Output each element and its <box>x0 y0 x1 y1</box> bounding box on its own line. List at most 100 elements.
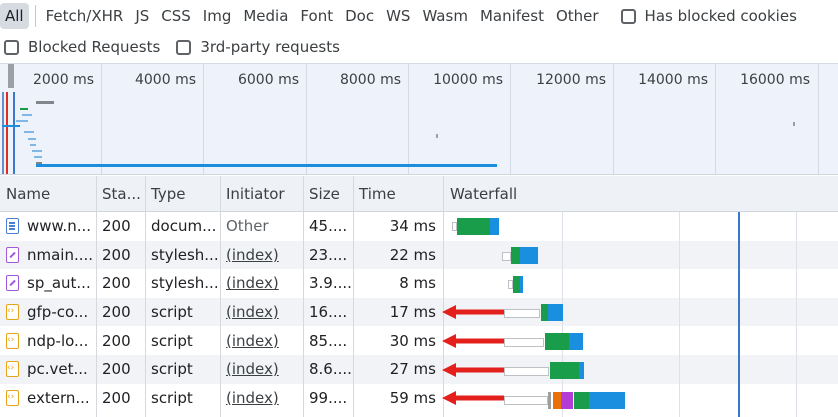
waterfall-download-bar <box>520 247 538 264</box>
column-header-status[interactable]: Sta... <box>96 176 145 212</box>
checkbox-icon <box>4 39 19 55</box>
column-resizer[interactable] <box>220 176 221 417</box>
filter-img[interactable]: Img <box>199 3 236 29</box>
column-header-name[interactable]: Name <box>0 176 96 212</box>
column-resizer[interactable] <box>353 176 354 417</box>
overview-request-bar <box>34 156 42 158</box>
dom-content-loaded-line <box>738 212 740 417</box>
filter-font[interactable]: Font <box>296 3 337 29</box>
table-header: Name Sta... Type Initiator Size Time Wat… <box>0 176 838 212</box>
checkbox-icon <box>620 8 636 24</box>
type-cell: script <box>151 360 193 379</box>
waterfall-download-bar <box>520 276 523 293</box>
time-cell: 27 ms <box>389 360 436 379</box>
waterfall-download-bar <box>579 362 584 379</box>
blocked-requests-checkbox[interactable]: Blocked Requests <box>4 38 160 56</box>
overview-gridline <box>101 64 102 174</box>
column-header-size[interactable]: Size <box>303 176 353 212</box>
status-cell: 200 <box>102 303 131 322</box>
size-cell: 3.9.... <box>309 274 352 293</box>
waterfall-waiting-bar <box>513 276 520 293</box>
filter-css[interactable]: CSS <box>157 3 195 29</box>
status-cell: 200 <box>102 388 131 407</box>
third-party-requests-label: 3rd-party requests <box>200 38 340 56</box>
size-cell: 45.... <box>309 217 348 236</box>
size-cell: 85.... <box>309 331 348 350</box>
time-cell: 30 ms <box>389 331 436 350</box>
waterfall-waiting-bar <box>550 362 579 379</box>
overview-request-bar <box>24 131 34 133</box>
waterfall-download-bar <box>490 218 499 235</box>
annotation-arrow <box>442 391 504 405</box>
has-blocked-cookies-label: Has blocked cookies <box>644 7 797 25</box>
overview-gridline <box>203 64 204 174</box>
request-name-cell: ndp-lo... <box>0 326 96 355</box>
overview-tick-label: 14000 ms <box>638 72 708 88</box>
time-cell: 59 ms <box>389 388 436 407</box>
overview-tick-label: 12000 ms <box>536 72 606 88</box>
filter-media[interactable]: Media <box>239 3 292 29</box>
overview-request-bar <box>36 101 54 104</box>
overview-tick-label: 4000 ms <box>134 72 196 88</box>
request-name-cell: nmain.... <box>0 241 96 270</box>
request-name-cell: pc.vet... <box>0 355 96 384</box>
filter-other[interactable]: Other <box>552 3 603 29</box>
filter-all[interactable]: All <box>0 3 29 29</box>
initiator-link[interactable]: (index) <box>220 355 303 384</box>
column-header-waterfall[interactable]: Waterfall <box>444 176 838 212</box>
third-party-requests-checkbox[interactable]: 3rd-party requests <box>176 38 340 56</box>
column-resizer[interactable] <box>96 176 97 417</box>
overview-request-bar <box>32 150 42 152</box>
overview-request-bar <box>16 120 28 122</box>
filter-js[interactable]: JS <box>131 3 153 29</box>
column-resizer[interactable] <box>145 176 146 417</box>
initiator-link[interactable]: (index) <box>220 298 303 327</box>
waterfall-queue-bar <box>504 338 544 347</box>
requests-table: Name Sta... Type Initiator Size Time Wat… <box>0 176 838 417</box>
filter-manifest[interactable]: Manifest <box>476 3 548 29</box>
waterfall-queue-bar <box>504 309 540 318</box>
initiator-cell: Other <box>226 217 269 236</box>
checkbox-icon <box>176 39 192 55</box>
size-cell: 8.6.... <box>309 360 352 379</box>
waterfall-download-bar <box>569 333 583 350</box>
overview-long-request-bar <box>36 164 497 167</box>
has-blocked-cookies-checkbox[interactable]: Has blocked cookies <box>620 7 797 25</box>
column-header-type[interactable]: Type <box>145 176 220 212</box>
overview-request-bar <box>2 125 20 127</box>
time-cell: 8 ms <box>399 274 436 293</box>
initiator-link[interactable]: (index) <box>220 269 303 298</box>
type-cell: docum... <box>151 217 217 236</box>
initiator-link[interactable]: (index) <box>220 326 303 355</box>
column-resizer[interactable] <box>303 176 304 417</box>
overview-request-bar <box>20 108 28 110</box>
waterfall-ssl-bar <box>561 392 573 409</box>
column-header-initiator[interactable]: Initiator <box>220 176 303 212</box>
script-icon <box>6 361 19 378</box>
type-cell: script <box>151 388 193 407</box>
overview-drag-handle[interactable] <box>8 64 14 88</box>
waterfall-waiting-bar <box>545 333 569 350</box>
filter-doc[interactable]: Doc <box>341 3 378 29</box>
overview-gridline <box>408 64 409 174</box>
status-cell: 200 <box>102 274 131 293</box>
initiator-link[interactable]: (index) <box>220 241 303 270</box>
script-icon <box>6 304 19 321</box>
time-cell: 22 ms <box>389 245 436 264</box>
initiator-link[interactable]: (index) <box>220 384 303 413</box>
overview-request-bar <box>30 144 36 146</box>
stylesheet-icon <box>6 275 19 292</box>
annotation-arrow <box>442 305 504 319</box>
waterfall-download-bar <box>548 304 563 321</box>
overview-gridline <box>818 64 819 174</box>
waterfall-waiting-bar <box>457 218 490 235</box>
annotation-arrow <box>442 363 504 377</box>
filter-fetch-xhr[interactable]: Fetch/XHR <box>42 3 128 29</box>
overview-tick-label: 6000 ms <box>237 72 299 88</box>
column-header-time[interactable]: Time <box>353 176 443 212</box>
filter-ws[interactable]: WS <box>382 3 414 29</box>
waterfall-dns-bar <box>553 392 561 409</box>
filter-wasm[interactable]: Wasm <box>418 3 472 29</box>
status-cell: 200 <box>102 217 131 236</box>
overview-timeline[interactable]: 2000 ms 4000 ms 6000 ms 8000 ms 10000 ms… <box>0 63 838 175</box>
